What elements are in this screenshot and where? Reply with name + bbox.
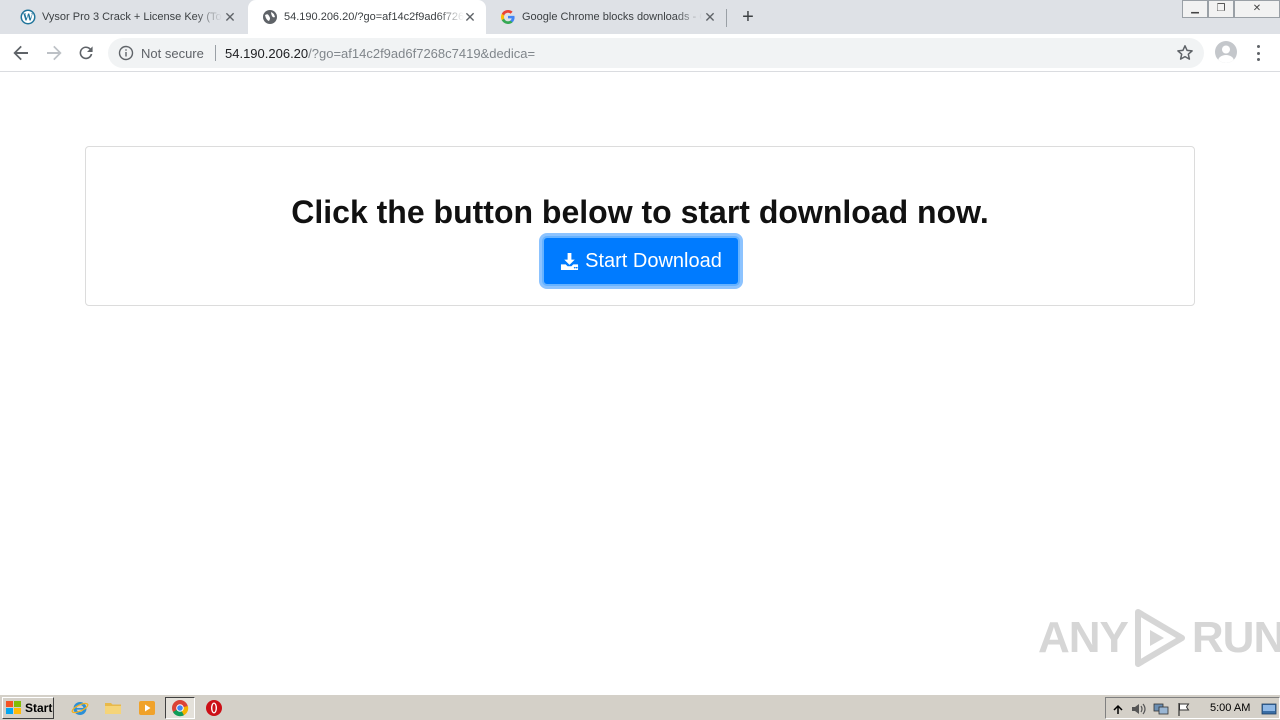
tab-divider [726, 9, 727, 27]
svg-text:W: W [22, 14, 34, 24]
download-card: Click the button below to start download… [85, 146, 1195, 306]
arrow-left-icon [13, 45, 28, 61]
reload-button[interactable] [74, 41, 98, 65]
opera-icon[interactable] [205, 699, 223, 717]
download-button-label: Start Download [585, 249, 722, 272]
anyrun-watermark: ANY RUN [1038, 606, 1280, 670]
omnibox-divider [215, 45, 216, 61]
profile-avatar[interactable] [1215, 41, 1237, 63]
close-tab-icon[interactable]: ✕ [222, 9, 238, 25]
close-tab-icon[interactable]: ✕ [702, 9, 718, 25]
internet-explorer-icon[interactable] [71, 699, 89, 717]
globe-icon [263, 10, 277, 24]
reload-icon [79, 46, 93, 60]
person-icon [1218, 45, 1234, 63]
media-player-icon[interactable] [138, 699, 156, 717]
window-controls: ▁ ❐ ✕ [1182, 0, 1280, 18]
menu-dot-icon [1256, 58, 1260, 61]
speaker-icon[interactable] [1130, 701, 1146, 717]
windows-logo-icon [6, 701, 21, 714]
tab-vysor[interactable]: W Vysor Pro 3 Crack + License Key (Tor ✕ [6, 0, 246, 34]
page-heading: Click the button below to start download… [291, 194, 989, 230]
chrome-taskbar-button[interactable] [165, 697, 195, 719]
system-tray: 5:00 AM [1105, 697, 1280, 719]
arrow-right-icon [47, 45, 62, 61]
menu-dot-icon [1256, 51, 1260, 55]
flag-icon[interactable] [1176, 701, 1192, 717]
tab-strip: W Vysor Pro 3 Crack + License Key (Tor ✕… [0, 0, 1280, 34]
forward-button[interactable] [42, 41, 66, 65]
menu-dot-icon [1256, 45, 1260, 48]
close-tab-icon[interactable]: ✕ [462, 9, 478, 25]
start-button[interactable]: Start [2, 697, 54, 719]
start-label: Start [25, 701, 53, 715]
tab-title: 54.190.206.20/?go=af14c2f9ad6f7268c [284, 11, 464, 23]
play-logo-icon [1134, 609, 1185, 667]
download-icon [561, 252, 579, 270]
browser-toolbar: Not secure 54.190.206.20/?go=af14c2f9ad6… [0, 34, 1280, 72]
start-download-button[interactable]: Start Download [542, 236, 740, 286]
chevron-up-icon[interactable] [1110, 701, 1126, 717]
chrome-icon [172, 700, 189, 717]
chrome-menu-button[interactable] [1250, 43, 1266, 63]
network-icon[interactable] [1153, 701, 1169, 717]
watermark-right: RUN [1191, 613, 1280, 662]
tab-current[interactable]: 54.190.206.20/?go=af14c2f9ad6f7268c ✕ [248, 0, 486, 34]
clock[interactable]: 5:00 AM [1210, 702, 1250, 714]
url-path: /?go=af14c2f9ad6f7268c7419&dedica= [308, 46, 536, 61]
folder-icon[interactable] [104, 699, 122, 717]
bookmark-star-icon[interactable] [1176, 44, 1194, 62]
address-bar[interactable]: Not secure 54.190.206.20/?go=af14c2f9ad6… [108, 38, 1204, 68]
windows-taskbar: Start 5:00 AM [0, 694, 1280, 720]
watermark-left: ANY [1038, 613, 1129, 662]
tab-google[interactable]: Google Chrome blocks downloads - G ✕ [486, 0, 726, 34]
tab-title: Vysor Pro 3 Crack + License Key (Tor [42, 11, 222, 23]
close-window-button[interactable]: ✕ [1234, 0, 1280, 18]
info-icon[interactable] [118, 45, 134, 61]
back-button[interactable] [9, 41, 33, 65]
tab-title: Google Chrome blocks downloads - G [522, 11, 702, 23]
security-label[interactable]: Not secure [141, 46, 204, 61]
url-host: 54.190.206.20 [225, 46, 309, 61]
wordpress-icon: W [20, 9, 36, 25]
url-text[interactable]: 54.190.206.20/?go=af14c2f9ad6f7268c7419&… [225, 46, 535, 61]
restore-button[interactable]: ❐ [1208, 0, 1234, 18]
minimize-button[interactable]: ▁ [1182, 0, 1208, 18]
google-icon [501, 10, 515, 24]
new-tab-button[interactable]: + [736, 5, 760, 29]
show-desktop-icon[interactable] [1261, 701, 1277, 717]
